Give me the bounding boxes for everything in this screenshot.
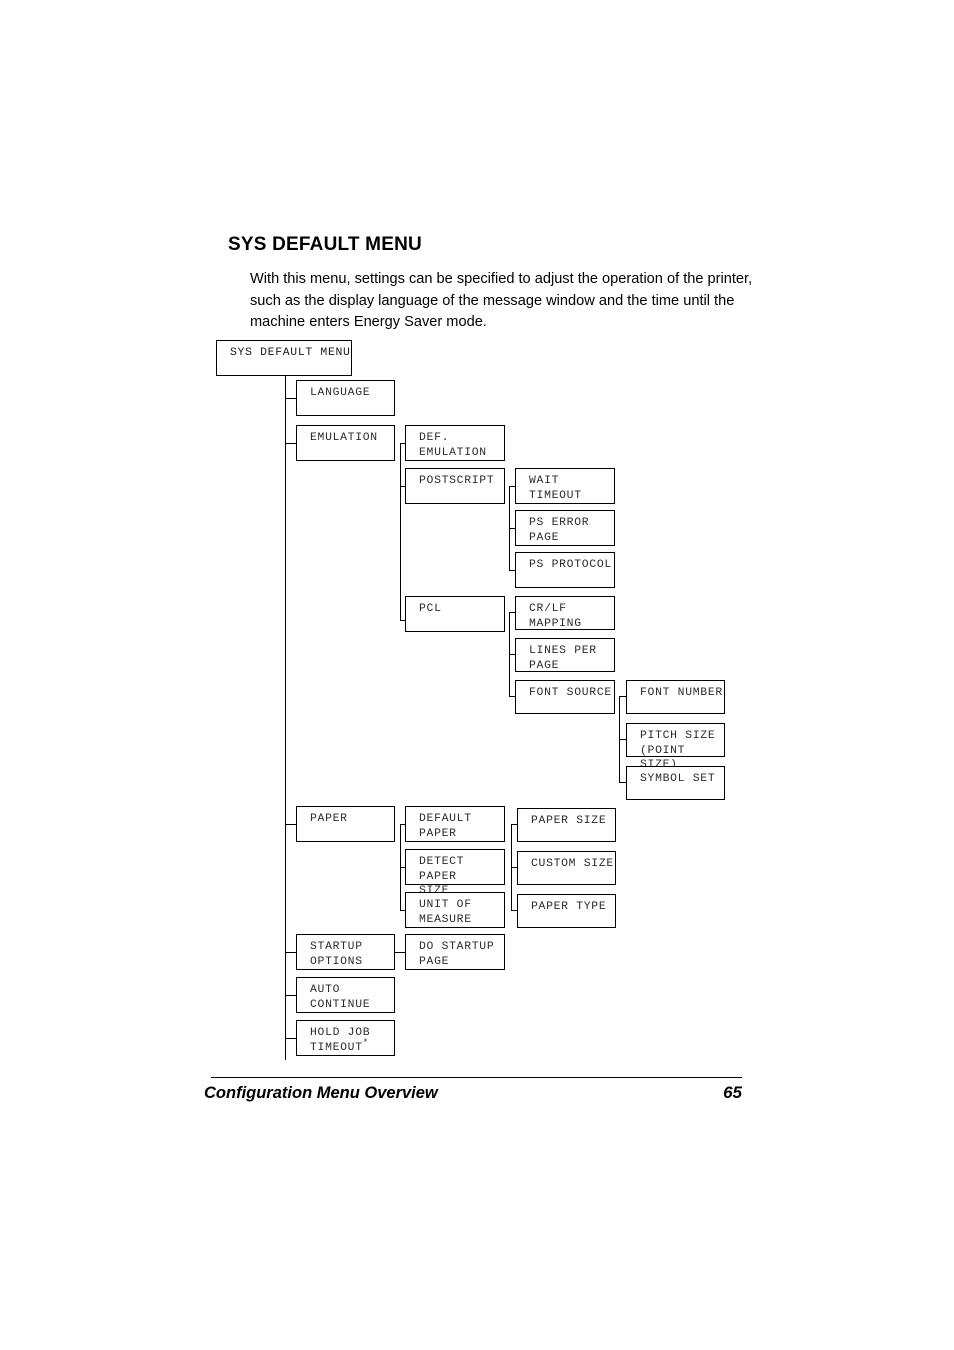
node-def-emulation: DEF. EMULATION bbox=[405, 425, 505, 461]
connector-pitch-size bbox=[619, 739, 626, 740]
connector-paper bbox=[285, 824, 296, 825]
node-auto-continue: AUTO CONTINUE bbox=[296, 977, 395, 1013]
connector-startup-options bbox=[285, 952, 296, 953]
node-hold-job-timeout: HOLD JOB TIMEOUT* bbox=[296, 1020, 395, 1056]
node-hold-job-timeout-label: HOLD JOB TIMEOUT bbox=[310, 1027, 371, 1054]
node-custom-size: CUSTOM SIZE bbox=[517, 851, 616, 885]
node-pcl: PCL bbox=[405, 596, 505, 632]
footer-title: Configuration Menu Overview bbox=[204, 1084, 438, 1102]
node-paper-size: PAPER SIZE bbox=[517, 808, 616, 842]
connector-language bbox=[285, 398, 296, 399]
node-pitch-size: PITCH SIZE (POINT SIZE) bbox=[626, 723, 725, 771]
connector-auto-continue bbox=[285, 995, 296, 996]
node-detect-paper-size: DETECT PAPER SIZE bbox=[405, 849, 505, 897]
connector-symbol-set bbox=[619, 782, 626, 783]
node-language: LANGUAGE bbox=[296, 380, 395, 416]
node-postscript: POSTSCRIPT bbox=[405, 468, 505, 504]
node-default-paper: DEFAULT PAPER bbox=[405, 806, 505, 842]
node-crlf-mapping: CR/LF MAPPING bbox=[515, 596, 615, 630]
node-startup-options: STARTUP OPTIONS bbox=[296, 934, 395, 970]
footer-divider bbox=[211, 1077, 742, 1078]
node-paper-type: PAPER TYPE bbox=[517, 894, 616, 928]
footnote-marker: * bbox=[362, 1037, 369, 1048]
node-unit-of-measure: UNIT OF MEASURE bbox=[405, 892, 505, 928]
connector-do-startup-page bbox=[395, 952, 405, 953]
node-paper: PAPER bbox=[296, 806, 395, 842]
trunk-emulation bbox=[400, 443, 401, 620]
node-do-startup-page: DO STARTUP PAGE bbox=[405, 934, 505, 970]
connector-emulation bbox=[285, 443, 296, 444]
node-wait-timeout: WAIT TIMEOUT bbox=[515, 468, 615, 504]
node-lines-per-page: LINES PER PAGE bbox=[515, 638, 615, 672]
node-emulation: EMULATION bbox=[296, 425, 395, 461]
node-font-number: FONT NUMBER bbox=[626, 680, 725, 714]
connector-hold-job-timeout bbox=[285, 1038, 296, 1039]
node-sys-default-menu: SYS DEFAULT MENU bbox=[216, 340, 352, 376]
footer-page-number: 65 bbox=[723, 1083, 742, 1102]
node-font-source: FONT SOURCE bbox=[515, 680, 615, 714]
connector-font-number bbox=[619, 696, 626, 697]
node-ps-protocol: PS PROTOCOL bbox=[515, 552, 615, 588]
menu-tree-diagram: SYS DEFAULT MENU LANGUAGE EMULATION DEF.… bbox=[0, 0, 954, 1350]
node-ps-error-page: PS ERROR PAGE bbox=[515, 510, 615, 546]
trunk-main bbox=[285, 376, 286, 1060]
node-symbol-set: SYMBOL SET bbox=[626, 766, 725, 800]
